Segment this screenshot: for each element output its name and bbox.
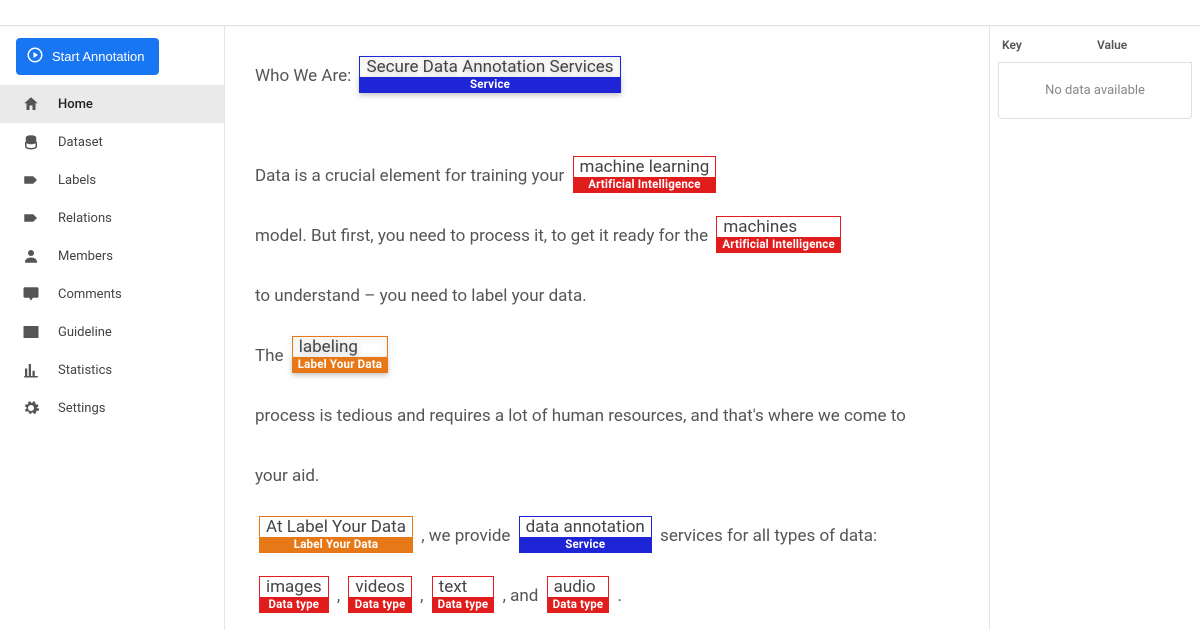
sidebar-item-labels[interactable]: Labels	[0, 161, 224, 199]
metadata-value-header: Value	[1097, 38, 1127, 52]
sidebar-item-label: Guideline	[58, 325, 112, 340]
text-segment: , and	[503, 586, 543, 606]
sidebar-item-members[interactable]: Members	[0, 237, 224, 275]
metadata-empty-state: No data available	[998, 62, 1192, 119]
text-segment: services for all types of data:	[660, 526, 877, 546]
sidebar-item-label: Home	[58, 97, 93, 112]
sidebar-item-label: Settings	[58, 401, 105, 416]
annotation-span[interactable]: data annotation Service	[519, 516, 652, 554]
sidebar-item-label: Labels	[58, 173, 96, 188]
label-icon	[22, 171, 40, 189]
annotation-span[interactable]: audio Data type	[547, 576, 610, 614]
label-icon	[22, 209, 40, 227]
comment-icon	[22, 285, 40, 303]
sidebar-item-label: Dataset	[58, 135, 103, 150]
annotation-text: At Label Your Data	[259, 516, 413, 538]
text-segment: Who We Are:	[255, 66, 355, 86]
annotation-span[interactable]: machine learning Artificial Intelligence	[573, 156, 717, 194]
annotation-span[interactable]: machines Artificial Intelligence	[716, 216, 840, 254]
annotation-label: Label Your Data	[259, 537, 413, 553]
annotation-span[interactable]: At Label Your Data Label Your Data	[259, 516, 413, 554]
dataset-icon	[22, 133, 40, 151]
sidebar-item-settings[interactable]: Settings	[0, 389, 224, 427]
annotation-text: text	[432, 576, 495, 598]
annotation-label: Artificial Intelligence	[716, 237, 840, 253]
metadata-table-header: Key Value	[998, 34, 1192, 62]
annotation-text: videos	[348, 576, 411, 598]
sidebar-item-statistics[interactable]: Statistics	[0, 351, 224, 389]
text-segment: The	[255, 346, 288, 366]
metadata-key-header: Key	[1002, 38, 1097, 52]
annotation-text: images	[259, 576, 329, 598]
sidebar-item-label: Statistics	[58, 363, 112, 378]
sidebar-item-guideline[interactable]: Guideline	[0, 313, 224, 351]
annotation-span[interactable]: images Data type	[259, 576, 329, 614]
sidebar-item-label: Members	[58, 249, 113, 264]
play-circle-icon	[26, 46, 44, 67]
text-segment: ,	[337, 586, 345, 606]
annotation-text: machines	[716, 216, 840, 238]
home-icon	[22, 95, 40, 113]
annotation-label: Data type	[547, 597, 610, 613]
annotation-text: machine learning	[573, 156, 717, 178]
text-segment: Data is a crucial element for training y…	[255, 166, 569, 186]
annotation-label: Label Your Data	[292, 357, 388, 373]
annotation-label: Data type	[259, 597, 329, 613]
text-segment: .	[618, 586, 622, 606]
text-segment: ,	[420, 586, 428, 606]
sidebar-item-label: Relations	[58, 211, 112, 226]
start-annotation-button[interactable]: Start Annotation	[16, 38, 159, 75]
top-bar	[0, 0, 1200, 26]
annotation-label: Artificial Intelligence	[573, 177, 717, 193]
person-icon	[22, 247, 40, 265]
annotation-span[interactable]: videos Data type	[348, 576, 411, 614]
annotation-text: audio	[547, 576, 610, 598]
text-segment: model. But first, you need to process it…	[255, 226, 712, 246]
annotation-document: Who We Are: Secure Data Annotation Servi…	[225, 26, 990, 630]
annotation-text: data annotation	[519, 516, 652, 538]
annotation-label: Service	[359, 77, 620, 93]
text-segment: process is tedious and requires a lot of…	[255, 406, 906, 426]
sidebar-item-relations[interactable]: Relations	[0, 199, 224, 237]
annotation-span[interactable]: Secure Data Annotation Services Service	[359, 56, 620, 94]
sidebar: Start Annotation Home Dataset Labels Rel…	[0, 26, 225, 630]
start-annotation-label: Start Annotation	[52, 49, 145, 64]
annotation-label: Data type	[348, 597, 411, 613]
metadata-panel: Key Value No data available	[990, 26, 1200, 630]
sidebar-item-home[interactable]: Home	[0, 85, 224, 123]
annotation-span[interactable]: labeling Label Your Data	[292, 336, 388, 374]
text-segment: , we provide	[421, 526, 514, 546]
text-segment: to understand – you need to label your d…	[255, 286, 587, 306]
stats-icon	[22, 361, 40, 379]
annotation-label: Service	[519, 537, 652, 553]
text-segment: your aid.	[255, 466, 319, 486]
annotation-label: Data type	[432, 597, 495, 613]
annotation-text: Secure Data Annotation Services	[359, 56, 620, 78]
gear-icon	[22, 399, 40, 417]
sidebar-item-label: Comments	[58, 287, 122, 302]
book-icon	[22, 323, 40, 341]
annotation-text: labeling	[292, 336, 388, 358]
sidebar-item-comments[interactable]: Comments	[0, 275, 224, 313]
sidebar-item-dataset[interactable]: Dataset	[0, 123, 224, 161]
annotation-span[interactable]: text Data type	[432, 576, 495, 614]
